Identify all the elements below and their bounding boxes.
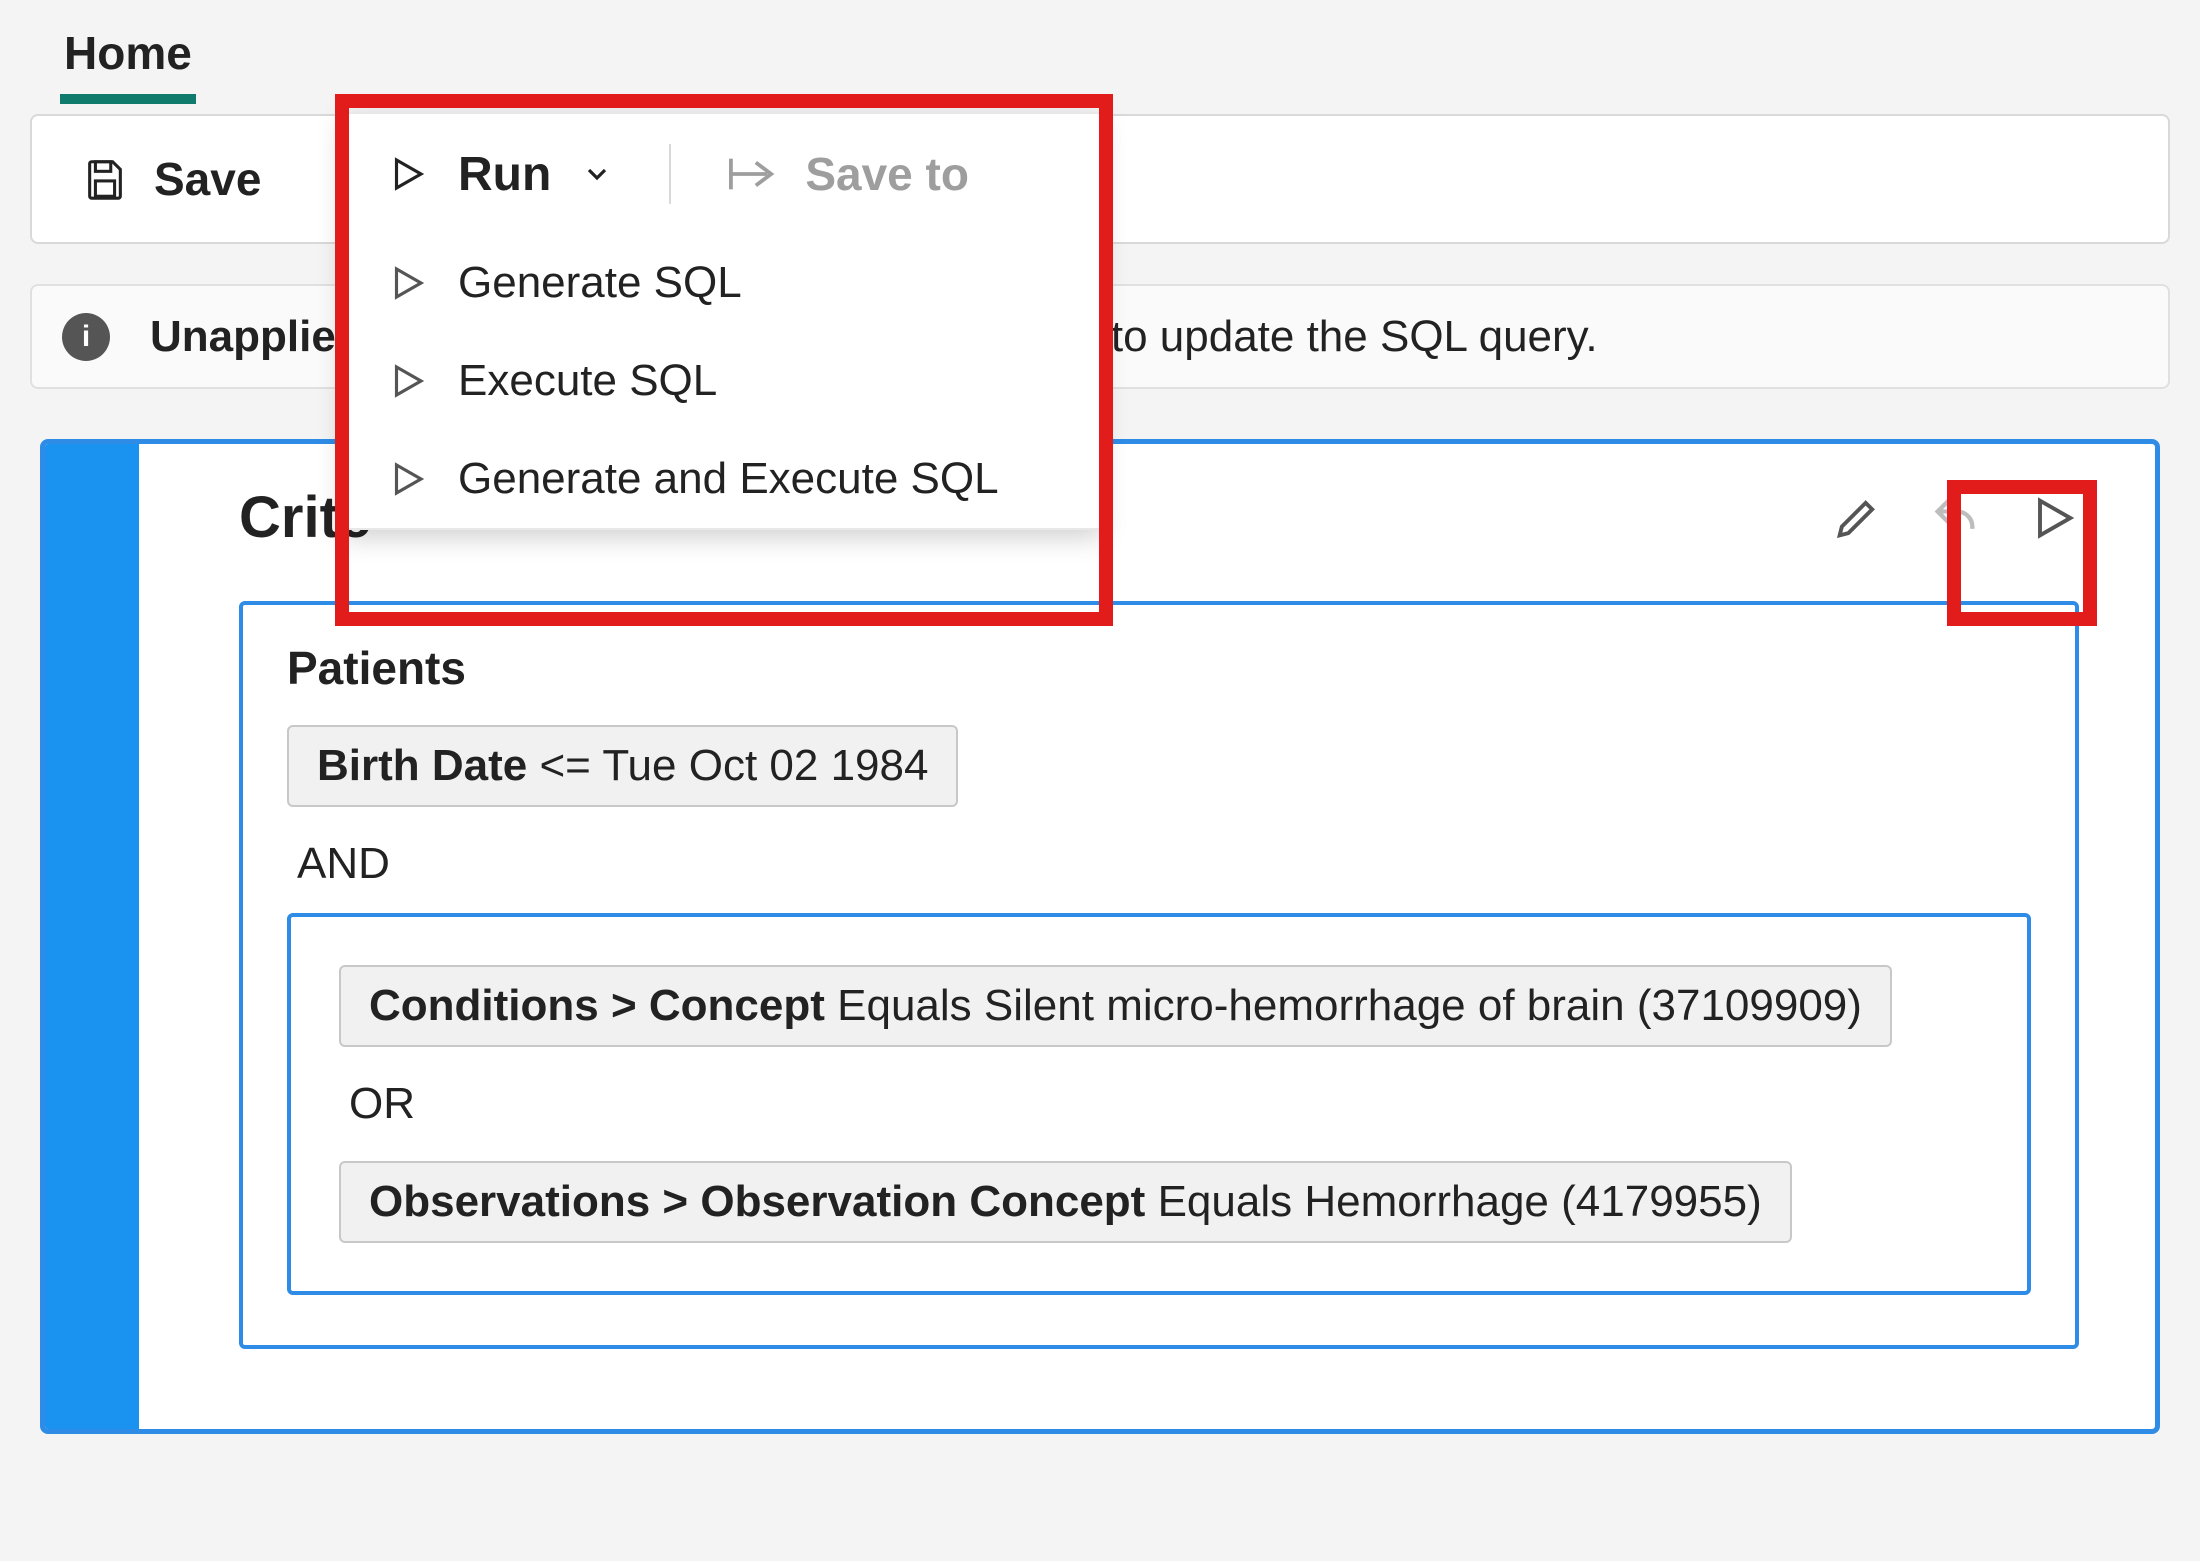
dropdown-separator (669, 144, 671, 204)
info-text-prefix: Unapplie (150, 312, 336, 362)
menu-generate-sql-label: Generate SQL (458, 258, 742, 308)
birthdate-value: Tue Oct 02 1984 (602, 741, 928, 790)
chevron-down-icon (581, 158, 613, 190)
conditions-chip[interactable]: Conditions > Concept Equals Silent micro… (339, 965, 1892, 1047)
save-label: Save (154, 152, 261, 206)
run-criteria-play-icon[interactable] (2027, 492, 2079, 544)
tab-home[interactable]: Home (60, 10, 196, 104)
and-label: AND (297, 839, 2031, 889)
query-inner: Conditions > Concept Equals Silent micro… (287, 913, 2031, 1295)
criteria-tools (1831, 492, 2079, 544)
play-icon (386, 360, 428, 402)
run-dropdown-run-label: Run (458, 147, 551, 202)
app-root: Home Save Run (0, 0, 2200, 1561)
birthdate-chip[interactable]: Birth Date <= Tue Oct 02 1984 (287, 725, 958, 807)
pencil-icon[interactable] (1831, 492, 1883, 544)
observations-op: Equals (1158, 1177, 1293, 1226)
run-dropdown: Run Save to Generate SQL (342, 112, 1102, 530)
info-text-suffix: L to update the SQL query. (1076, 312, 1598, 362)
query-outer: Patients Birth Date <= Tue Oct 02 1984 A… (239, 601, 2079, 1349)
observations-value: Hemorrhage (4179955) (1304, 1177, 1761, 1226)
criteria-stripe (45, 444, 139, 1429)
patients-label: Patients (287, 641, 2031, 695)
conditions-op: Equals (837, 981, 972, 1030)
observations-chip[interactable]: Observations > Observation Concept Equal… (339, 1161, 1792, 1243)
menu-execute-sql[interactable]: Execute SQL (344, 332, 1100, 430)
criteria-card: Crite (40, 439, 2160, 1434)
criteria-body: Crite (139, 444, 2155, 1429)
info-icon: i (62, 313, 110, 361)
save-to-header-label: Save to (805, 147, 969, 201)
menu-generate-execute-sql[interactable]: Generate and Execute SQL (344, 430, 1100, 528)
tab-bar: Home (0, 0, 2200, 104)
observations-path: Observations > Observation Concept (369, 1177, 1145, 1226)
save-button[interactable]: Save (82, 152, 261, 206)
criteria-wrapper: Crite (30, 429, 2170, 1444)
save-icon (82, 156, 128, 202)
conditions-path: Conditions > Concept (369, 981, 825, 1030)
undo-icon (1929, 492, 1981, 544)
play-icon (386, 262, 428, 304)
play-icon (386, 153, 428, 195)
play-icon (386, 458, 428, 500)
save-to-header-disabled: Save to (725, 147, 969, 201)
menu-generate-execute-sql-label: Generate and Execute SQL (458, 454, 999, 504)
menu-generate-sql[interactable]: Generate SQL (344, 234, 1100, 332)
or-label: OR (349, 1079, 1979, 1129)
birthdate-op: <= (539, 741, 590, 790)
run-dropdown-header[interactable]: Run Save to (344, 114, 1100, 234)
menu-execute-sql-label: Execute SQL (458, 356, 717, 406)
conditions-value: Silent micro-hemorrhage of brain (371099… (984, 981, 1862, 1030)
birthdate-field: Birth Date (317, 741, 527, 790)
